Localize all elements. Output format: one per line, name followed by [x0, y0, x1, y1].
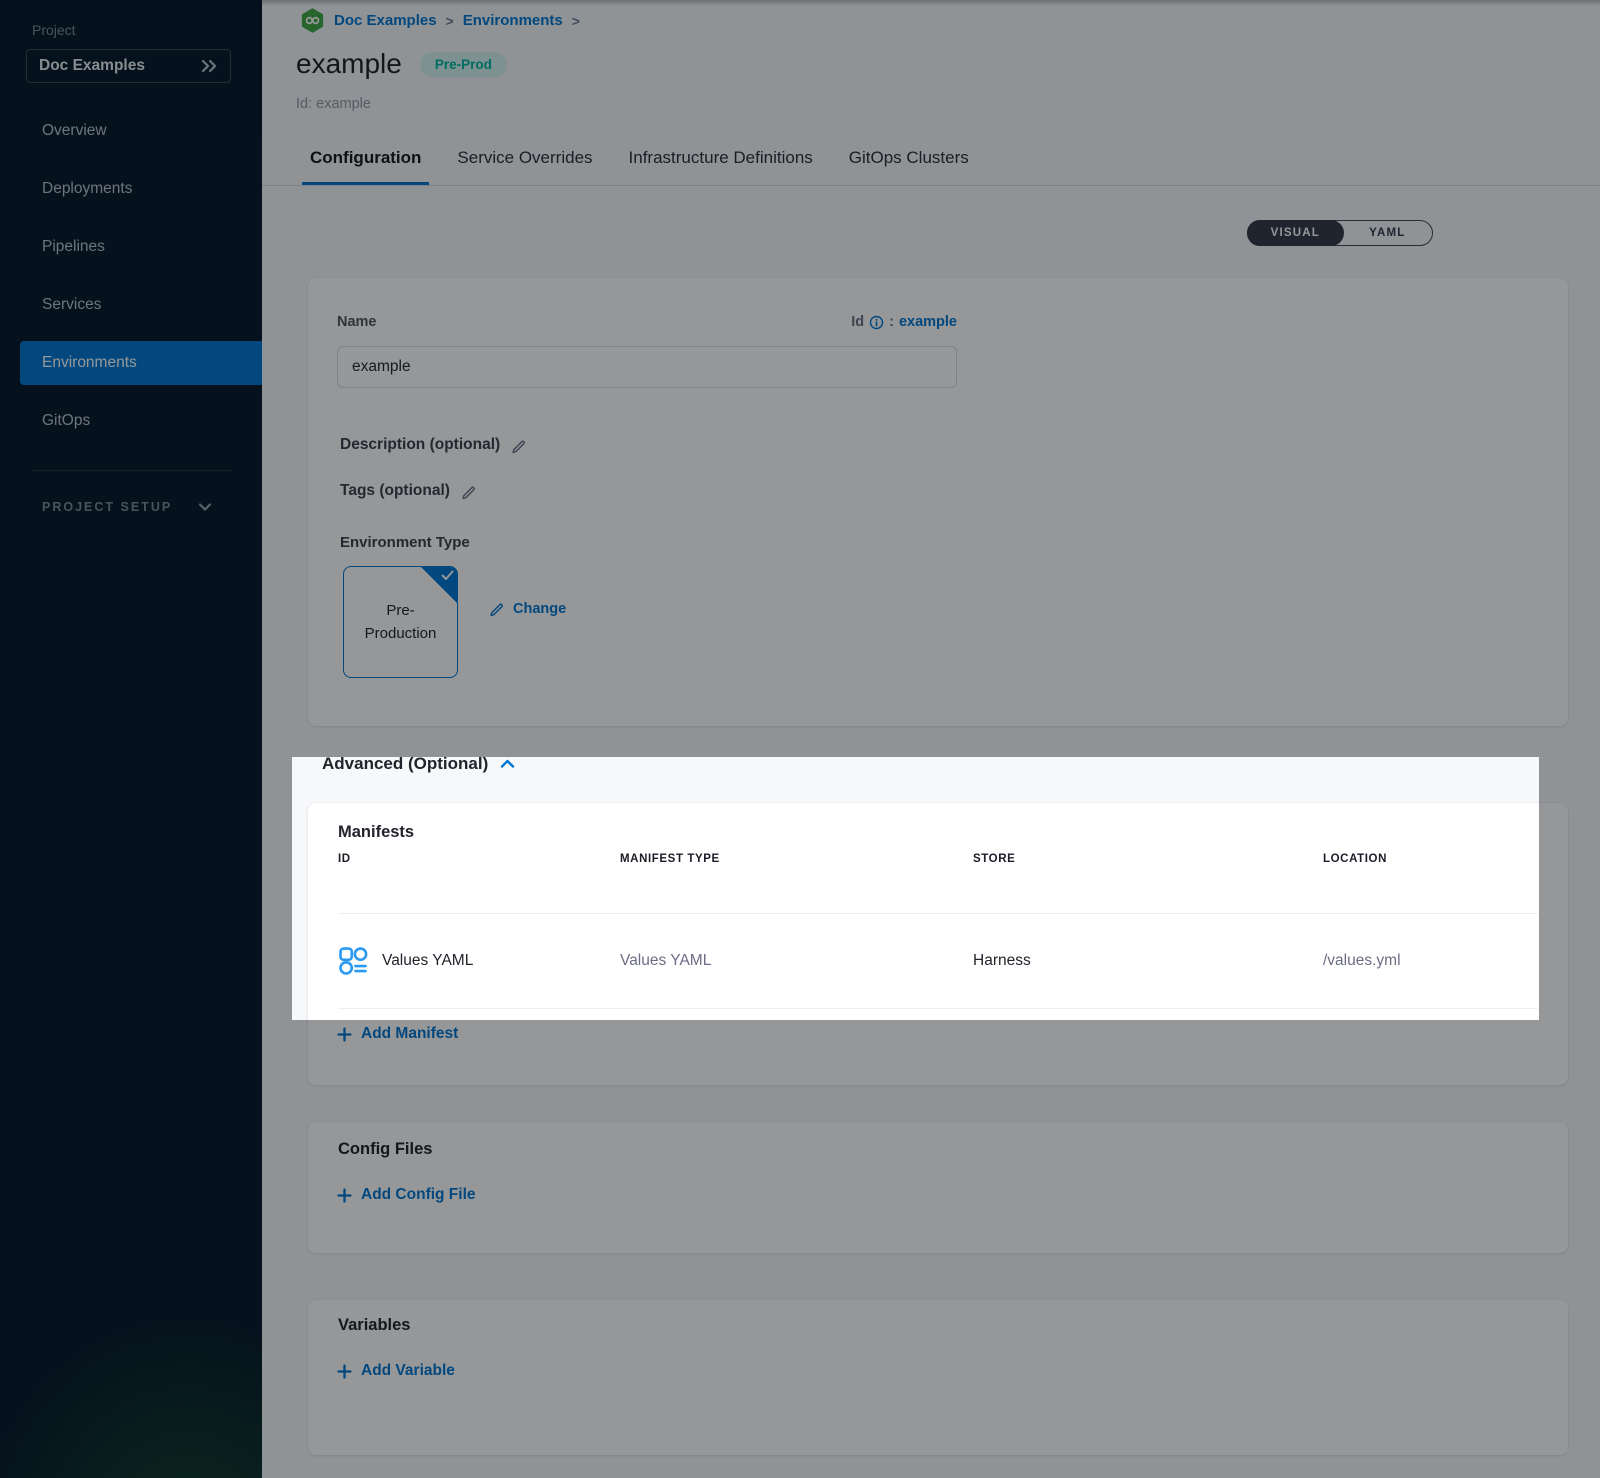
- double-chevron-right-icon: [200, 59, 218, 73]
- manifest-store-cell: Harness: [973, 952, 1323, 970]
- advanced-optional-toggle[interactable]: Advanced (Optional): [322, 754, 515, 774]
- name-input[interactable]: [337, 346, 957, 388]
- tab-gitops-clusters[interactable]: GitOps Clusters: [841, 133, 977, 185]
- manifests-title: Manifests: [338, 823, 414, 842]
- manifest-location-cell: /values.yml: [1323, 952, 1538, 970]
- toggle-visual[interactable]: VISUAL: [1247, 220, 1344, 246]
- config-files-title: Config Files: [338, 1140, 432, 1159]
- breadcrumb-environments-link[interactable]: Environments: [463, 12, 563, 29]
- plus-icon: [337, 1364, 352, 1379]
- config-files-card: Config Files Add Config File: [308, 1122, 1568, 1253]
- add-manifest-button[interactable]: Add Manifest: [337, 1025, 458, 1043]
- variables-title: Variables: [338, 1316, 410, 1335]
- column-location: LOCATION: [1323, 853, 1538, 865]
- tab-configuration[interactable]: Configuration: [302, 133, 429, 185]
- add-config-file-button[interactable]: Add Config File: [337, 1186, 476, 1204]
- project-setup-label: PROJECT SETUP: [42, 500, 172, 514]
- id-label: Id: [851, 314, 864, 330]
- project-selector-name: Doc Examples: [39, 57, 145, 75]
- column-store: STORE: [973, 853, 1323, 865]
- name-label: Name: [337, 314, 377, 330]
- info-icon[interactable]: [869, 315, 884, 330]
- sidebar: Project Doc Examples Overview Deployment…: [0, 0, 262, 1478]
- description-label-row: Description (optional): [340, 436, 527, 454]
- visual-yaml-toggle[interactable]: VISUAL YAML: [1247, 220, 1433, 246]
- id-colon: :: [889, 314, 894, 330]
- column-manifest-type: MANIFEST TYPE: [620, 853, 973, 865]
- name-row: Name Id : example: [337, 314, 957, 330]
- add-manifest-label: Add Manifest: [361, 1025, 458, 1043]
- manifests-card: Manifests ID MANIFEST TYPE STORE LOCATIO…: [308, 803, 1568, 1085]
- chevron-down-icon: [198, 502, 212, 512]
- page-title: example: [296, 48, 402, 80]
- environment-type-badge: Pre-Prod: [420, 52, 507, 77]
- sidebar-decorative-wave: [0, 1238, 262, 1478]
- breadcrumb: Doc Examples > Environments >: [300, 8, 580, 33]
- description-label: Description (optional): [340, 436, 500, 454]
- breadcrumb-project-link[interactable]: Doc Examples: [334, 12, 437, 29]
- change-environment-type-link[interactable]: Change: [488, 600, 566, 617]
- tags-label: Tags (optional): [340, 482, 450, 500]
- sidebar-divider: [32, 470, 232, 471]
- add-variable-button[interactable]: Add Variable: [337, 1362, 455, 1380]
- sidebar-item-overview[interactable]: Overview: [20, 109, 262, 153]
- project-label: Project: [32, 22, 76, 38]
- column-id: ID: [338, 853, 620, 865]
- table-divider: [338, 1008, 1538, 1009]
- breadcrumb-separator: >: [446, 13, 454, 29]
- add-config-file-label: Add Config File: [361, 1186, 476, 1204]
- change-label: Change: [513, 601, 566, 617]
- sidebar-project-setup[interactable]: PROJECT SETUP: [42, 500, 212, 514]
- environment-type-card-preproduction[interactable]: Pre-Production: [343, 566, 458, 678]
- title-row: example Pre-Prod: [296, 48, 507, 80]
- edit-pencil-icon[interactable]: [460, 483, 477, 500]
- main-content: VISUAL YAML Name Id : example Descriptio…: [262, 186, 1600, 1478]
- tab-service-overrides[interactable]: Service Overrides: [449, 133, 600, 185]
- variables-card: Variables Add Variable: [308, 1300, 1568, 1455]
- sidebar-item-deployments[interactable]: Deployments: [20, 167, 262, 211]
- advanced-optional-label: Advanced (Optional): [322, 754, 488, 774]
- environment-type-label: Environment Type: [340, 534, 470, 551]
- project-selector[interactable]: Doc Examples: [26, 49, 231, 83]
- manifest-id-cell: Values YAML: [338, 946, 620, 976]
- environment-configuration-page: Project Doc Examples Overview Deployment…: [0, 0, 1600, 1478]
- edit-pencil-icon: [488, 600, 505, 617]
- id-chip: Id : example: [851, 314, 957, 330]
- harness-project-logo-icon: [300, 8, 325, 33]
- toggle-yaml[interactable]: YAML: [1343, 221, 1432, 245]
- manifest-table-row[interactable]: Values YAML Values YAML Harness /values.…: [308, 913, 1568, 1008]
- sidebar-item-pipelines[interactable]: Pipelines: [20, 225, 262, 269]
- environment-type-value: Pre-Production: [357, 599, 445, 646]
- breadcrumb-separator: >: [572, 13, 580, 29]
- id-value-link[interactable]: example: [899, 314, 957, 330]
- sidebar-item-gitops[interactable]: GitOps: [20, 399, 262, 443]
- header-top-shadow: [262, 0, 1600, 6]
- manifest-type-cell: Values YAML: [620, 952, 973, 970]
- manifest-id-text: Values YAML: [382, 952, 473, 970]
- plus-icon: [337, 1188, 352, 1203]
- edit-pencil-icon[interactable]: [510, 437, 527, 454]
- chevron-up-icon: [500, 759, 515, 769]
- sidebar-item-environments[interactable]: Environments: [20, 341, 262, 385]
- values-yaml-manifest-icon: [338, 946, 368, 976]
- manifests-table-header: ID MANIFEST TYPE STORE LOCATION: [308, 853, 1568, 865]
- tab-bar: Configuration Service Overrides Infrastr…: [262, 133, 1600, 186]
- sidebar-item-services[interactable]: Services: [20, 283, 262, 327]
- sidebar-nav: Overview Deployments Pipelines Services …: [0, 109, 262, 457]
- add-variable-label: Add Variable: [361, 1362, 455, 1380]
- checkmark-icon: [441, 570, 454, 581]
- plus-icon: [337, 1027, 352, 1042]
- entity-id-text: Id: example: [296, 96, 371, 112]
- tags-label-row: Tags (optional): [340, 482, 477, 500]
- basic-config-card: Name Id : example Description (optional): [308, 278, 1568, 726]
- page-header: Doc Examples > Environments > example Pr…: [262, 0, 1600, 133]
- tab-infrastructure-definitions[interactable]: Infrastructure Definitions: [621, 133, 821, 185]
